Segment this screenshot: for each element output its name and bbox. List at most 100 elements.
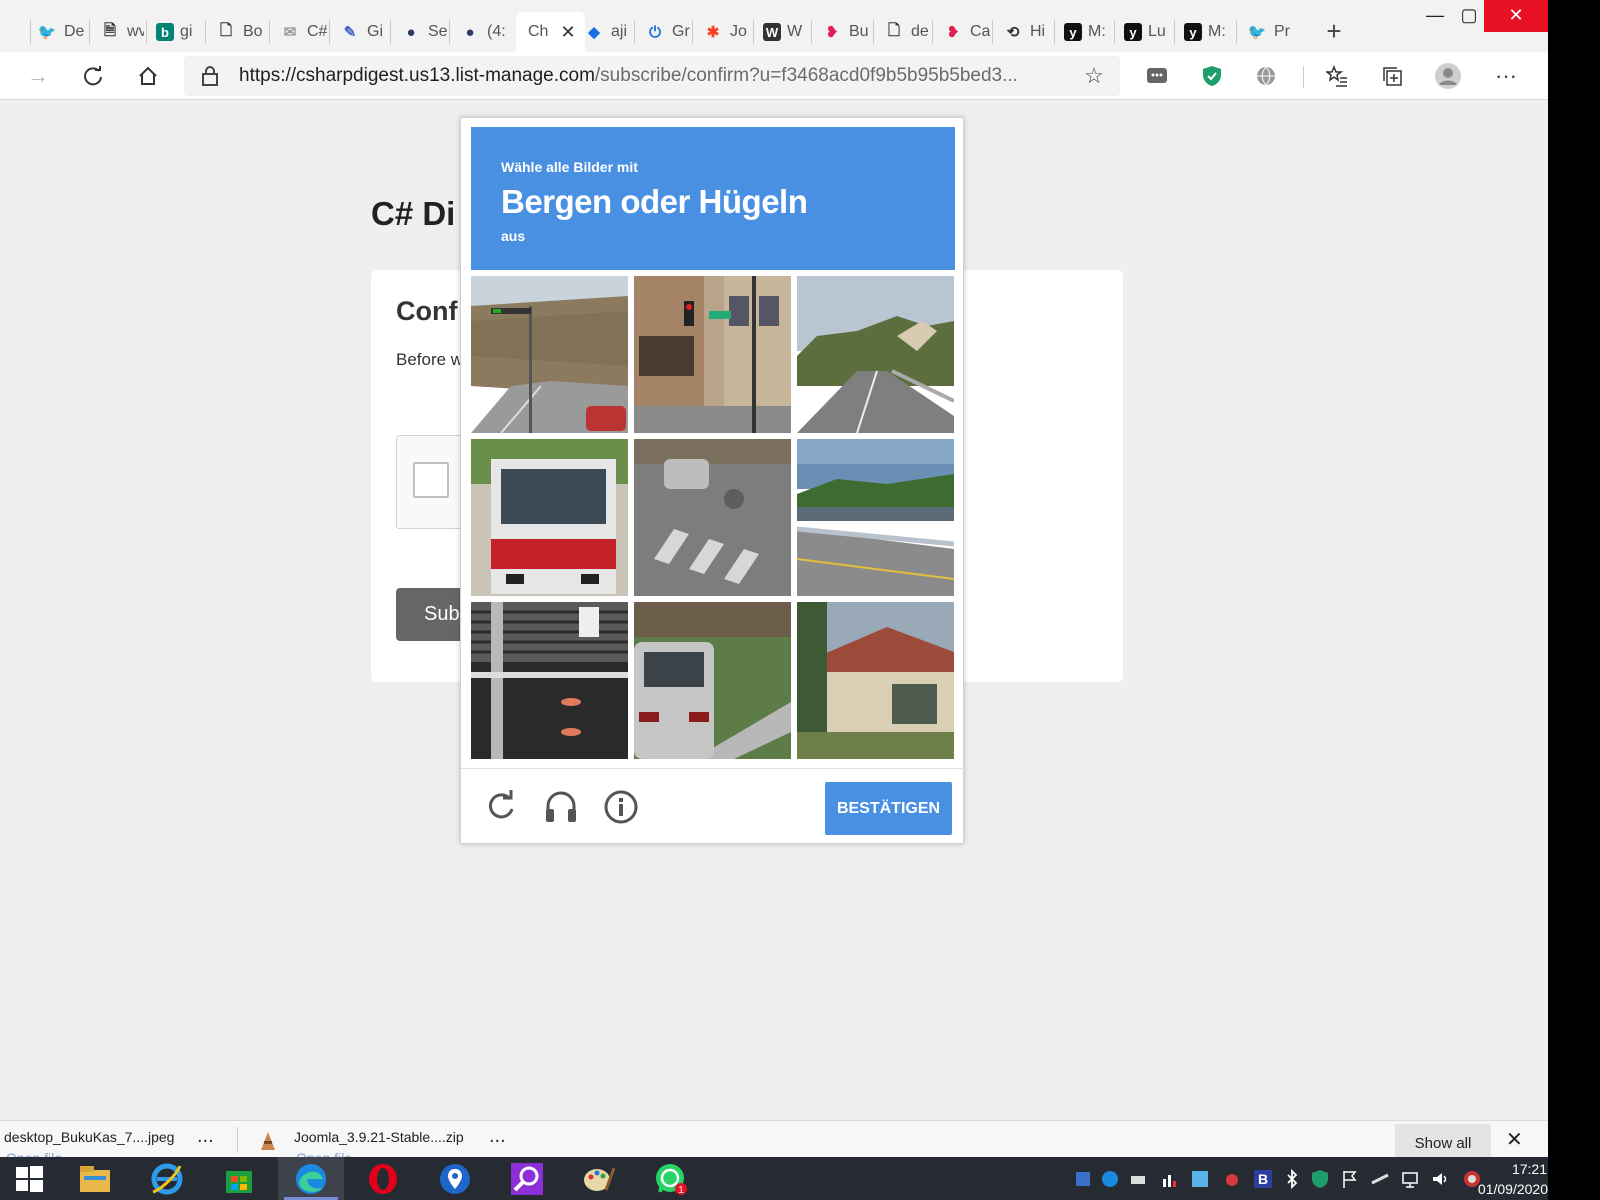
clock-time[interactable]: 17:21 bbox=[1503, 1161, 1547, 1177]
browser-tab[interactable]: Ch ✕ bbox=[516, 12, 585, 52]
more-menu-icon[interactable]: ··· bbox=[1492, 62, 1520, 90]
extension-shield-icon[interactable] bbox=[1198, 62, 1226, 90]
browser-tab[interactable]: ✉ C# bbox=[273, 12, 327, 52]
confirm-button[interactable]: BESTÄTIGEN bbox=[825, 782, 952, 835]
browser-tab[interactable]: y M: bbox=[1058, 12, 1112, 52]
reload-icon[interactable] bbox=[483, 789, 519, 825]
browser-tab[interactable]: ❥ Bu bbox=[815, 12, 871, 52]
browser-tab-label: Hi bbox=[1030, 23, 1046, 40]
download-item-name[interactable]: Joomla_3.9.21-Stable....zip bbox=[294, 1129, 464, 1145]
taskbar-whatsapp[interactable]: 1 bbox=[638, 1157, 704, 1200]
show-all-downloads-button[interactable]: Show all bbox=[1395, 1124, 1491, 1158]
new-tab-button[interactable]: + bbox=[1320, 16, 1348, 47]
tile-hillside-road-traffic-light[interactable] bbox=[471, 276, 628, 433]
tile-street-corner-buildings[interactable] bbox=[634, 276, 791, 433]
browser-tab[interactable]: 🗋 Bo bbox=[209, 12, 267, 52]
browser-tab-label: Jo bbox=[730, 23, 747, 40]
taskbar-edge[interactable] bbox=[278, 1157, 344, 1200]
page-title: C# Di bbox=[371, 195, 456, 232]
taskbar-search-app[interactable] bbox=[494, 1157, 560, 1200]
profile-avatar-icon[interactable] bbox=[1434, 62, 1462, 90]
address-bar[interactable]: https://csharpdigest.us13.list-manage.co… bbox=[184, 56, 1120, 96]
tray-app-icon[interactable] bbox=[1073, 1169, 1093, 1189]
tab-separator bbox=[329, 20, 330, 44]
browser-tab[interactable]: ⏻ Gr bbox=[638, 12, 690, 52]
forward-icon[interactable]: → bbox=[24, 62, 52, 90]
browser-tab[interactable]: 🗋 de bbox=[877, 12, 930, 52]
tray-chart-icon[interactable] bbox=[1160, 1169, 1180, 1189]
close-window-button[interactable]: ✕ bbox=[1484, 0, 1548, 32]
favorite-star-icon[interactable]: ☆ bbox=[1080, 62, 1108, 90]
tray-usb-icon[interactable] bbox=[1370, 1169, 1390, 1189]
close-downloads-bar-icon[interactable]: ✕ bbox=[1506, 1127, 1523, 1152]
browser-tab[interactable]: 🐦 Pr bbox=[1240, 12, 1294, 52]
tile-parking-garage[interactable] bbox=[471, 602, 628, 759]
browser-tab[interactable]: #S bbox=[0, 12, 28, 52]
bluetooth-icon[interactable] bbox=[1282, 1168, 1302, 1190]
toolbar-separator bbox=[1303, 66, 1304, 88]
flag-icon[interactable] bbox=[1340, 1169, 1360, 1189]
taskbar: 1 B 17:21 01/09/2020 bbox=[0, 1157, 1548, 1200]
tray-bug-icon[interactable] bbox=[1222, 1169, 1242, 1189]
close-tab-icon[interactable]: ✕ bbox=[560, 22, 575, 43]
tab-separator bbox=[634, 20, 635, 44]
browser-tab[interactable]: y M: bbox=[1178, 12, 1234, 52]
tab-separator bbox=[692, 20, 693, 44]
tray-network-app-icon[interactable] bbox=[1190, 1169, 1210, 1189]
tile-red-bus[interactable] bbox=[471, 439, 628, 596]
clipboard-icon: ✎ bbox=[343, 24, 357, 41]
tray-printer-icon[interactable] bbox=[1128, 1169, 1148, 1189]
tile-silver-car[interactable] bbox=[634, 602, 791, 759]
tile-house-palm-tree[interactable] bbox=[797, 602, 954, 759]
tray-edge-icon[interactable] bbox=[1100, 1169, 1120, 1189]
collections-icon[interactable] bbox=[1378, 62, 1406, 90]
headphones-icon[interactable] bbox=[543, 789, 579, 825]
taskbar-internet-explorer[interactable] bbox=[134, 1157, 200, 1200]
tile-bridge-green-hills[interactable] bbox=[797, 439, 954, 596]
tray-b-icon[interactable]: B bbox=[1253, 1169, 1273, 1189]
puzzle-icon: ✉ bbox=[283, 24, 297, 41]
tray-shield-icon[interactable] bbox=[1310, 1169, 1330, 1189]
browser-tab[interactable]: ● Se bbox=[394, 12, 447, 52]
refresh-icon[interactable] bbox=[79, 62, 107, 90]
home-icon[interactable] bbox=[134, 62, 162, 90]
volume-icon[interactable] bbox=[1430, 1169, 1450, 1189]
browser-tab[interactable]: ✱ Jo bbox=[696, 12, 751, 52]
favorites-icon[interactable] bbox=[1323, 62, 1351, 90]
taskbar-maps[interactable] bbox=[422, 1157, 488, 1200]
browser-tab[interactable]: 🗎 wv bbox=[93, 12, 144, 52]
browser-tab-label: gi bbox=[180, 23, 193, 40]
captcha-instruction-target: Bergen oder Hügeln bbox=[501, 183, 808, 220]
card-heading: Conf bbox=[396, 296, 458, 326]
browser-tab[interactable]: ● (4: bbox=[453, 12, 510, 52]
download-item-name[interactable]: desktop_BukuKas_7....jpeg bbox=[4, 1129, 174, 1145]
extension-chat-icon[interactable] bbox=[1143, 62, 1171, 90]
taskbar-opera[interactable] bbox=[350, 1157, 416, 1200]
start-button[interactable] bbox=[0, 1157, 58, 1200]
captcha-challenge: Wähle alle Bilder mit Bergen oder Hügeln… bbox=[460, 117, 965, 844]
browser-tab[interactable]: ⟲ Hi bbox=[996, 12, 1052, 52]
taskbar-file-explorer[interactable] bbox=[62, 1157, 128, 1200]
browser-tab[interactable]: y Lu bbox=[1118, 12, 1172, 52]
taskbar-paint[interactable] bbox=[566, 1157, 632, 1200]
extension-globe-icon[interactable] bbox=[1252, 62, 1280, 90]
clock-date[interactable]: 01/09/2020 bbox=[1476, 1181, 1548, 1197]
info-icon[interactable] bbox=[603, 789, 639, 825]
screen: #S 🐦 De 🗎 wvbgi 🗋 Bo ✉ C# ✎ Gi ● Se ● (4: Ch ✕ ◆ aji ⏻ Gr ✱ Jo… bbox=[0, 0, 1548, 1200]
browser-tab[interactable]: 🐦 De bbox=[30, 12, 87, 52]
owl-icon: ● bbox=[406, 23, 416, 41]
tile-highway-through-hills[interactable] bbox=[797, 276, 954, 433]
url-text[interactable]: https://csharpdigest.us13.list-manage.co… bbox=[239, 65, 1069, 87]
browser-tab[interactable]: ◆ aji bbox=[577, 12, 632, 52]
network-icon[interactable] bbox=[1400, 1169, 1420, 1189]
tile-crosswalk-suv[interactable] bbox=[634, 439, 791, 596]
taskbar-store[interactable] bbox=[206, 1157, 272, 1200]
download-item-more-button[interactable]: ... bbox=[489, 1125, 506, 1148]
browser-tab[interactable]: WW bbox=[757, 12, 809, 52]
browser-tab[interactable]: b gi bbox=[150, 12, 203, 52]
recaptcha-checkbox[interactable] bbox=[413, 462, 449, 498]
browser-tab[interactable]: ✎ Gi bbox=[333, 12, 388, 52]
download-item-more-button[interactable]: ... bbox=[197, 1125, 214, 1148]
browser-tab[interactable]: ❥ Ca bbox=[936, 12, 990, 52]
download-separator bbox=[237, 1127, 238, 1153]
